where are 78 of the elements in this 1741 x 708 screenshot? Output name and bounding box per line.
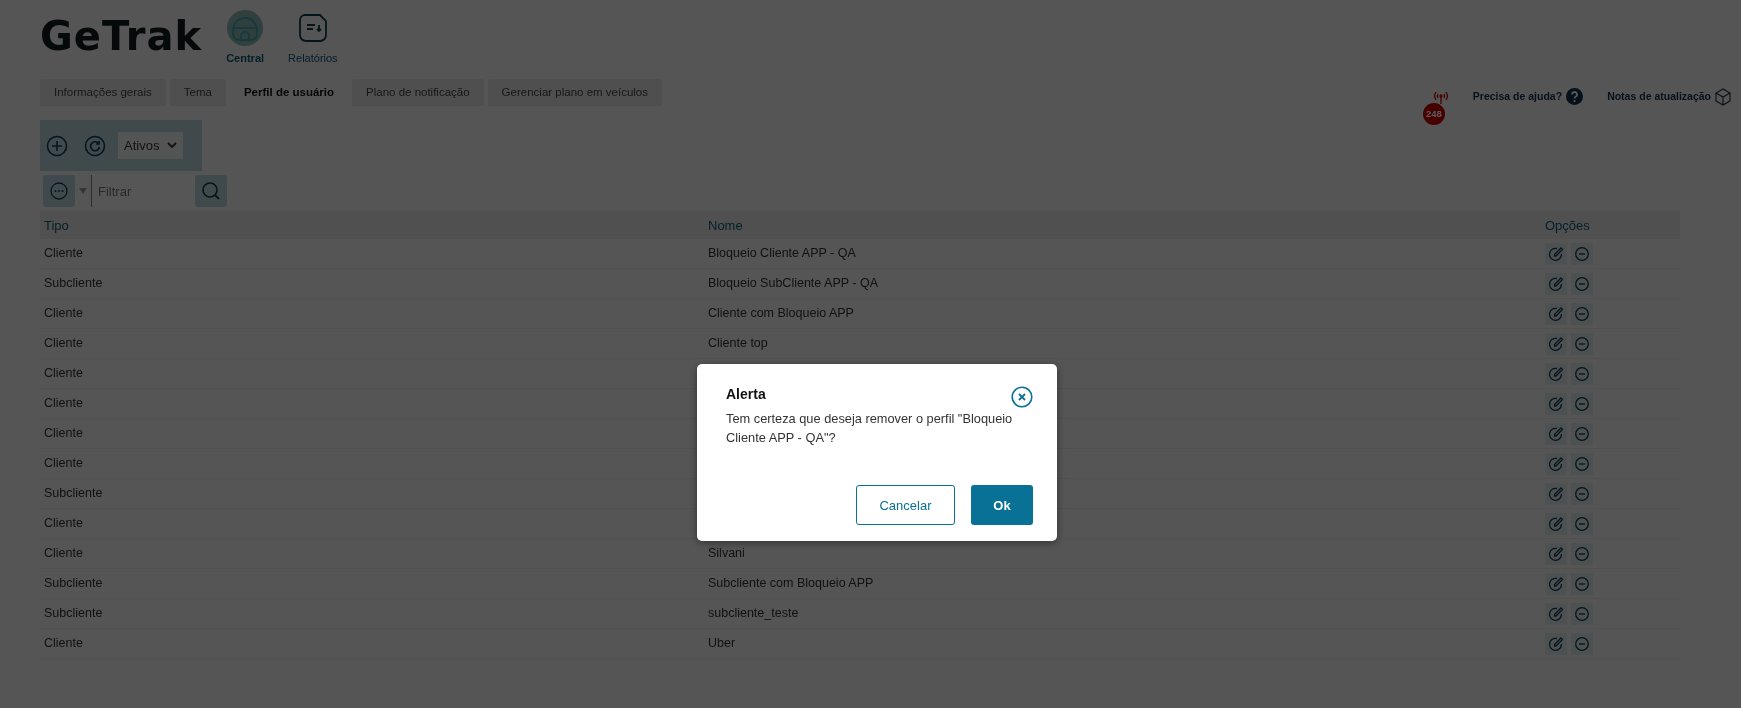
table-cell: Silvani — [708, 546, 745, 561]
table-cell: Subcliente — [44, 606, 103, 621]
table-cell: Cliente — [44, 336, 83, 351]
edit-button[interactable] — [1545, 332, 1567, 355]
table-cell: Bloqueio Cliente APP - QA — [708, 246, 856, 261]
table-cell: Bloqueio SubCliente APP - QA — [708, 276, 878, 291]
help-icon[interactable] — [1566, 88, 1584, 106]
table-cell: Subcliente — [44, 486, 103, 501]
dialog-message: Tem certeza que deseja remover o perfil "Bloqueio Cliente APP - QA"? — [726, 410, 1014, 448]
table-cell: Subcliente — [44, 576, 103, 591]
remove-button[interactable] — [1571, 512, 1593, 535]
table-cell: subcliente_teste — [708, 606, 799, 621]
edit-button[interactable] — [1545, 392, 1567, 415]
table-cell: Cliente — [44, 456, 83, 471]
remove-button[interactable] — [1571, 332, 1593, 355]
help-link[interactable]: Precisa de ajuda? — [1472, 88, 1563, 105]
remove-button[interactable] — [1571, 482, 1593, 505]
logo: GeTrak — [40, 16, 203, 56]
edit-button[interactable] — [1545, 362, 1567, 385]
search-icon[interactable] — [201, 181, 221, 202]
table-cell: Cliente — [44, 396, 83, 411]
column-header: Opções — [1545, 216, 1590, 235]
remove-button[interactable] — [1571, 542, 1593, 565]
nav-item[interactable]: Relatórios — [288, 50, 338, 67]
antenna-icon[interactable] — [1432, 90, 1449, 105]
table-cell: Cliente — [44, 366, 83, 381]
remove-button[interactable] — [1571, 632, 1593, 655]
notification-count: 248 — [1422, 102, 1445, 125]
remove-button[interactable] — [1571, 242, 1593, 265]
column-header: Nome — [708, 217, 743, 233]
edit-button[interactable] — [1545, 512, 1567, 535]
table-cell: Cliente — [44, 306, 83, 321]
tab[interactable]: Informações gerais — [40, 78, 166, 106]
remove-button[interactable] — [1571, 572, 1593, 595]
edit-button[interactable] — [1545, 302, 1567, 325]
table-cell: Cliente — [44, 546, 83, 561]
cancel-button[interactable]: Cancelar — [856, 485, 955, 526]
edit-button[interactable] — [1545, 602, 1567, 625]
refresh-button[interactable] — [84, 134, 106, 157]
chevron-icon — [167, 142, 178, 149]
table-cell: Cliente — [44, 426, 83, 441]
more-options-button[interactable] — [43, 175, 75, 208]
column-header: Tipo — [44, 217, 69, 233]
table-cell: Uber — [708, 636, 736, 651]
remove-button[interactable] — [1571, 422, 1593, 445]
edit-button[interactable] — [1545, 272, 1567, 295]
edit-button[interactable] — [1545, 242, 1567, 265]
release-notes-link[interactable]: Notas de atualização — [1607, 88, 1711, 105]
dialog-title: Alerta — [726, 385, 766, 404]
remove-button[interactable] — [1571, 362, 1593, 385]
remove-button[interactable] — [1571, 602, 1593, 625]
table-cell: Cliente — [44, 516, 83, 531]
ok-button[interactable]: Ok — [971, 485, 1033, 526]
ellipsis-icon[interactable] — [49, 181, 69, 202]
tab[interactable]: Tema — [169, 78, 226, 106]
edit-button[interactable] — [1545, 422, 1567, 445]
edit-button[interactable] — [1545, 572, 1567, 595]
caret-icon[interactable] — [79, 188, 87, 195]
edit-button[interactable] — [1545, 542, 1567, 565]
close-button[interactable] — [1011, 386, 1033, 408]
edit-button[interactable] — [1545, 452, 1567, 475]
edit-button[interactable] — [1545, 482, 1567, 505]
table-cell: Subcliente com Bloqueio APP — [708, 576, 874, 591]
search-button[interactable] — [195, 175, 227, 208]
table-cell: Cliente top — [708, 336, 768, 351]
table-cell: Cliente — [44, 636, 83, 651]
status-select[interactable]: Ativos — [118, 131, 184, 160]
add-button[interactable] — [46, 134, 68, 157]
table-cell: Cliente com Bloqueio APP — [708, 306, 854, 321]
table-cell: Cliente — [44, 246, 83, 261]
box-icon[interactable] — [1715, 87, 1731, 106]
remove-button[interactable] — [1571, 272, 1593, 295]
remove-button[interactable] — [1571, 452, 1593, 475]
table-cell: Subcliente — [44, 276, 103, 291]
edit-button[interactable] — [1545, 632, 1567, 655]
remove-button[interactable] — [1571, 302, 1593, 325]
nav-item[interactable]: Central — [226, 50, 265, 67]
remove-button[interactable] — [1571, 392, 1593, 415]
